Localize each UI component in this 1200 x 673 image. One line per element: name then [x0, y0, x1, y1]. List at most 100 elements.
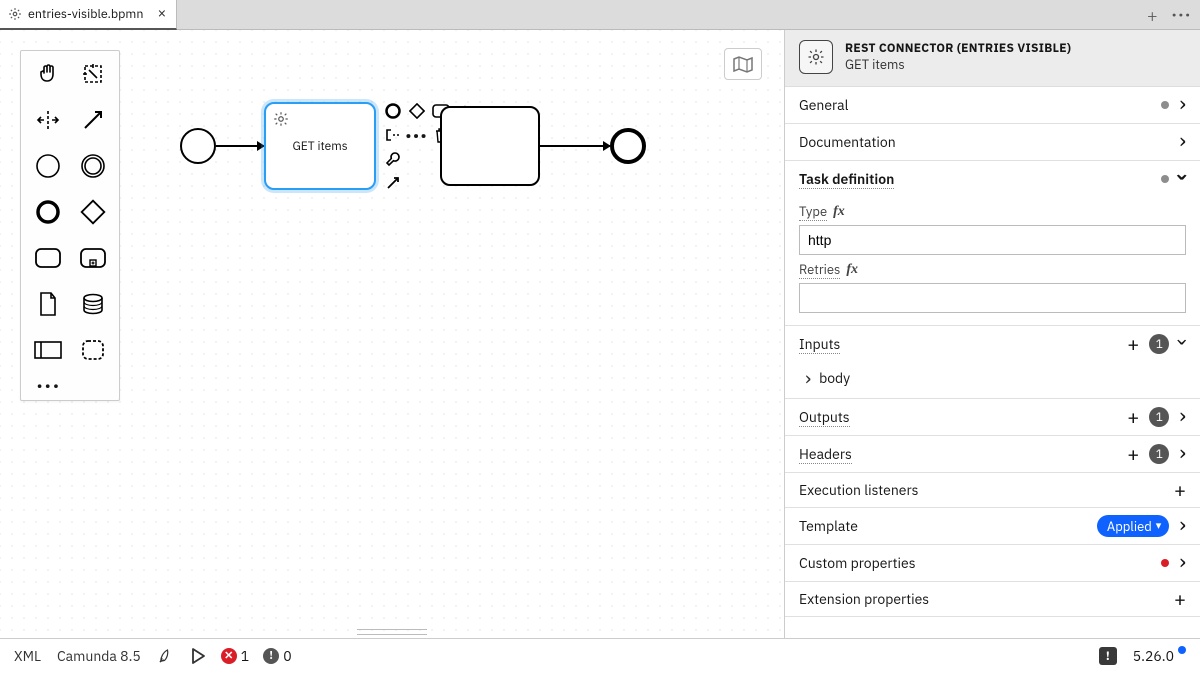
- section-inputs[interactable]: Inputs + 1 ›: [785, 326, 1200, 362]
- version-label[interactable]: 5.26.0: [1133, 647, 1186, 665]
- wrench-icon: [385, 151, 401, 167]
- add-header-button[interactable]: +: [1127, 444, 1139, 464]
- add-output-button[interactable]: +: [1127, 407, 1139, 427]
- input-item[interactable]: › body: [785, 362, 1200, 398]
- add-listener-button[interactable]: +: [1174, 480, 1186, 500]
- create-task[interactable]: [25, 241, 70, 275]
- headers-count-badge: 1: [1149, 444, 1169, 464]
- ctx-append-gateway[interactable]: [408, 102, 426, 120]
- canvas[interactable]: ••• GET items: [0, 30, 784, 638]
- gear-icon: [272, 110, 290, 128]
- create-participant[interactable]: [25, 333, 70, 367]
- task[interactable]: [440, 106, 540, 186]
- panel-resize-handle[interactable]: [357, 629, 427, 635]
- tab-bar: entries-visible.bpmn × + •••: [0, 0, 1200, 30]
- sequence-flow[interactable]: [216, 145, 264, 147]
- error-count: 1: [241, 647, 249, 665]
- create-start-event[interactable]: [25, 149, 70, 183]
- tab-close-icon[interactable]: ×: [157, 6, 166, 21]
- fx-icon[interactable]: fx: [846, 262, 858, 278]
- tool-palette: •••: [20, 50, 120, 401]
- update-dot-icon: [1178, 646, 1186, 654]
- panel-header: REST CONNECTOR (ENTRIES VISIBLE) GET ite…: [785, 30, 1200, 87]
- lasso-tool[interactable]: [70, 57, 115, 91]
- ctx-connect[interactable]: [384, 174, 402, 192]
- create-subprocess[interactable]: [70, 241, 115, 275]
- section-custom-properties[interactable]: Custom properties ›: [785, 545, 1200, 581]
- create-gateway[interactable]: [70, 195, 115, 229]
- run-button[interactable]: [191, 648, 205, 664]
- section-label: Outputs: [799, 408, 850, 427]
- retries-field[interactable]: [799, 283, 1186, 313]
- hand-tool[interactable]: [25, 57, 70, 91]
- fx-icon[interactable]: fx: [833, 204, 845, 220]
- section-label: Task definition: [799, 170, 894, 189]
- feedback-button[interactable]: !: [1099, 647, 1117, 665]
- minimap-toggle[interactable]: [724, 48, 762, 80]
- section-label: Headers: [799, 445, 852, 464]
- warning-icon: !: [263, 648, 279, 664]
- section-label: Documentation: [799, 133, 896, 151]
- chevron-right-icon: ›: [1179, 405, 1186, 427]
- chevron-right-icon: ›: [1179, 551, 1186, 573]
- service-task-selected[interactable]: GET items: [264, 102, 376, 190]
- add-input-button[interactable]: +: [1127, 334, 1139, 354]
- chevron-right-icon: ›: [1179, 442, 1186, 464]
- space-tool[interactable]: [25, 103, 70, 137]
- section-general[interactable]: General ›: [785, 87, 1200, 123]
- panel-title: REST CONNECTOR (ENTRIES VISIBLE): [845, 41, 1071, 56]
- section-outputs[interactable]: Outputs + 1 ›: [785, 399, 1200, 435]
- section-execution-listeners[interactable]: Execution listeners +: [785, 473, 1200, 507]
- section-task-definition[interactable]: Task definition ›: [785, 161, 1200, 197]
- file-tab-label: entries-visible.bpmn: [28, 6, 143, 22]
- ctx-more[interactable]: •••: [408, 126, 426, 144]
- retries-label: Retries: [799, 261, 840, 279]
- chevron-right-icon: ›: [1179, 130, 1186, 152]
- deploy-button[interactable]: [157, 647, 175, 665]
- play-icon: [191, 648, 205, 664]
- new-tab-button[interactable]: +: [1147, 4, 1158, 27]
- xml-toggle[interactable]: XML: [14, 647, 41, 665]
- ctx-wrench[interactable]: [384, 150, 402, 168]
- palette-more[interactable]: •••: [25, 379, 70, 394]
- inputs-count-badge: 1: [1149, 334, 1169, 354]
- type-field[interactable]: [799, 225, 1186, 255]
- section-label: Extension properties: [799, 590, 929, 608]
- caret-down-icon: ▾: [1156, 519, 1162, 533]
- create-data-store[interactable]: [70, 287, 115, 321]
- tab-overflow-button[interactable]: •••: [1172, 8, 1192, 23]
- ctx-append-event[interactable]: [384, 102, 402, 120]
- rocket-icon: [157, 647, 175, 665]
- section-label: Template: [799, 517, 858, 535]
- ctx-annotation[interactable]: [384, 126, 402, 144]
- create-data-object[interactable]: [25, 287, 70, 321]
- section-extension-properties[interactable]: Extension properties +: [785, 582, 1200, 616]
- add-extension-button[interactable]: +: [1174, 589, 1186, 609]
- platform-selector[interactable]: Camunda 8.5: [57, 647, 141, 665]
- connect-tool[interactable]: [70, 103, 115, 137]
- start-event[interactable]: [180, 128, 216, 164]
- type-label: Type: [799, 203, 827, 221]
- section-documentation[interactable]: Documentation ›: [785, 124, 1200, 160]
- end-event[interactable]: [610, 128, 646, 164]
- create-end-event[interactable]: [25, 195, 70, 229]
- chevron-down-icon: ›: [1172, 174, 1194, 181]
- template-applied-pill[interactable]: Applied▾: [1097, 515, 1169, 537]
- gear-icon: [8, 7, 22, 21]
- section-template[interactable]: Template Applied▾ ›: [785, 508, 1200, 544]
- create-group[interactable]: [70, 333, 115, 367]
- file-tab[interactable]: entries-visible.bpmn ×: [0, 0, 177, 30]
- map-icon: [732, 55, 754, 73]
- chevron-right-icon: ›: [1179, 93, 1186, 115]
- sequence-flow[interactable]: [540, 145, 610, 147]
- chevron-right-icon: ›: [805, 368, 811, 388]
- create-intermediate-event[interactable]: [70, 149, 115, 183]
- section-label: Execution listeners: [799, 481, 918, 499]
- properties-panel: REST CONNECTOR (ENTRIES VISIBLE) GET ite…: [784, 30, 1200, 638]
- problems-indicator[interactable]: ✕ 1 ! 0: [221, 647, 292, 665]
- task-label: GET items: [292, 139, 347, 154]
- main-area: ••• GET items: [0, 30, 1200, 638]
- section-headers[interactable]: Headers + 1 ›: [785, 436, 1200, 472]
- connector-icon: [799, 40, 833, 74]
- panel-subtitle: GET items: [845, 56, 1071, 73]
